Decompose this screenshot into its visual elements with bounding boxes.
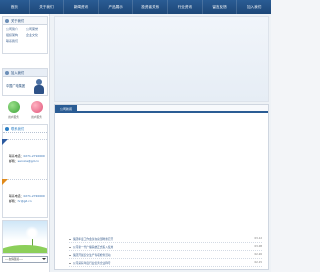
nav-item-7[interactable]: 留言反馈: [203, 0, 238, 14]
contacts-panel: 联系我们 联系电话：0271-2710000 邮箱：service@gd.cn …: [2, 124, 48, 218]
services-row: 用户服务 用户服务: [2, 98, 48, 122]
chevron-down-icon: [42, 258, 46, 260]
dandelion-icon: [25, 226, 39, 240]
nav-item-5[interactable]: 投资者关系: [133, 0, 169, 14]
contact-line: 邮箱：hr@gd.cn: [9, 199, 32, 203]
banner-hill: [3, 245, 47, 253]
join-title-text: 加入我们: [11, 71, 25, 75]
left-sidebar: 关于我们 公司简介 公司荣誉 组织架构 企业文化 联系我们 加入我们 中国广电集…: [0, 14, 50, 272]
corner-tag-icon: [2, 139, 8, 145]
news-title[interactable]: 集团开展安全生产专项检查活动: [73, 251, 111, 259]
bullet-icon: [5, 19, 9, 23]
news-date: 02-26: [254, 253, 262, 256]
about-title-text: 关于我们: [11, 19, 25, 23]
contacts-title-text: 联系我们: [11, 127, 25, 131]
nav-item-8[interactable]: 加入我们: [237, 0, 271, 14]
bullet-icon: [69, 246, 71, 248]
bullet-icon: [5, 127, 9, 131]
service-label-1: 用户服务: [8, 115, 19, 119]
contact-value: 0271-2710000: [23, 154, 45, 158]
main-body: 集团年度工作会议在总部隆重召开 03-12 公司新一代广播系统正式投入使用 03…: [55, 115, 268, 269]
main-header: 公司新闻: [55, 105, 268, 113]
heart-icon: [30, 101, 43, 113]
contact-key: 联系电话：: [9, 194, 24, 198]
bullet-icon: [5, 71, 9, 75]
news-date: 03-08: [254, 245, 262, 248]
contacts-panel-title: 联系我们: [3, 125, 47, 133]
person-icon: [33, 79, 45, 95]
nav-item-4[interactable]: 产品展示: [99, 0, 134, 14]
about-link-culture[interactable]: 企业文化: [26, 33, 44, 37]
hero-area: [54, 16, 269, 102]
about-links: 公司简介 公司荣誉 组织架构 企业文化 联系我们: [3, 25, 47, 45]
service-card-1[interactable]: 用户服务: [4, 98, 24, 119]
contact-value[interactable]: service@gd.cn: [18, 159, 39, 163]
contact-line: 联系电话：0271-2720000: [9, 194, 45, 198]
contact-block-1: 联系电话：0271-2710000 邮箱：service@gd.cn: [2, 139, 47, 173]
contact-key: 邮箱：: [9, 199, 18, 203]
list-item[interactable]: 公司荣获年度行业优秀企业称号 02-15: [69, 259, 262, 267]
contact-key: 邮箱：: [9, 159, 18, 163]
list-item[interactable]: 集团年度工作会议在总部隆重召开 03-12: [69, 235, 262, 243]
about-panel: 关于我们 公司简介 公司荣誉 组织架构 企业文化 联系我们: [2, 16, 48, 54]
about-link-structure[interactable]: 组织架构: [6, 33, 24, 37]
bullet-icon: [69, 238, 71, 240]
news-title[interactable]: 集团年度工作会议在总部隆重召开: [73, 235, 113, 243]
nav-item-3[interactable]: 新闻资讯: [64, 0, 99, 14]
news-title[interactable]: 公司荣获年度行业优秀企业称号: [73, 259, 111, 267]
join-panel-title: 加入我们: [3, 69, 47, 77]
about-panel-title: 关于我们: [3, 17, 47, 25]
top-navigation: 首页 关于我们 新闻资讯 产品展示 投资者关系 行业资讯 留言反馈 加入我们: [0, 0, 271, 14]
contact-line: 联系电话：0271-2710000: [9, 154, 45, 158]
about-link-honors[interactable]: 公司荣誉: [26, 27, 44, 31]
friendly-links-row: ----友情链接----: [2, 256, 48, 264]
news-list: 集团年度工作会议在总部隆重召开 03-12 公司新一代广播系统正式投入使用 03…: [69, 235, 262, 267]
page: 首页 关于我们 新闻资讯 产品展示 投资者关系 行业资讯 留言反馈 加入我们 关…: [0, 0, 271, 272]
bullet-icon: [69, 254, 71, 256]
sidebar-banner[interactable]: [2, 220, 48, 254]
nav-item-6[interactable]: 行业资讯: [168, 0, 203, 14]
tab-company-news[interactable]: 公司新闻: [55, 105, 77, 113]
friendly-links-select[interactable]: ----友情链接----: [2, 256, 48, 263]
contact-line: 邮箱：service@gd.cn: [9, 159, 39, 163]
join-body: 中国广电集团: [3, 77, 47, 97]
about-link-profile[interactable]: 公司简介: [6, 27, 24, 31]
news-date: 02-15: [254, 261, 262, 264]
contact-block-2: 联系电话：0271-2720000 邮箱：hr@gd.cn: [2, 179, 47, 213]
list-item[interactable]: 公司新一代广播系统正式投入使用 03-08: [69, 243, 262, 251]
list-item[interactable]: 集团开展安全生产专项检查活动 02-26: [69, 251, 262, 259]
contact-value: 0271-2720000: [23, 194, 45, 198]
join-text: 中国广电集团: [6, 84, 26, 88]
news-title[interactable]: 公司新一代广播系统正式投入使用: [73, 243, 113, 251]
nav-item-2[interactable]: 关于我们: [30, 0, 65, 14]
bullet-icon: [69, 262, 71, 264]
news-date: 03-12: [254, 237, 262, 240]
join-panel[interactable]: 加入我们 中国广电集团: [2, 68, 48, 96]
contact-value[interactable]: hr@gd.cn: [18, 199, 32, 203]
about-link-contact[interactable]: 联系我们: [6, 39, 24, 43]
select-value: ----友情链接----: [5, 258, 23, 261]
nav-item-1[interactable]: 首页: [0, 0, 30, 14]
service-card-2[interactable]: 用户服务: [27, 98, 47, 119]
main-content: 公司新闻 集团年度工作会议在总部隆重召开 03-12 公司新一代广播系统正式投入…: [54, 104, 269, 270]
contact-key: 联系电话：: [9, 154, 24, 158]
corner-tag-icon: [2, 179, 8, 185]
service-label-2: 用户服务: [31, 115, 42, 119]
leaf-icon: [7, 101, 20, 113]
